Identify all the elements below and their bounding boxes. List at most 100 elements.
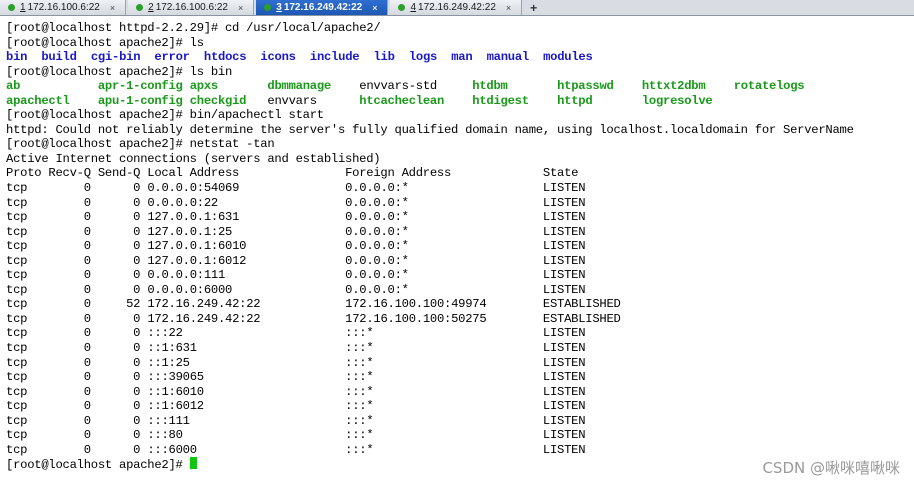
- session-tab-bar: 1 172.16.100.6:22 × 2 172.16.100.6:22 × …: [0, 0, 914, 16]
- proto-cell: tcp: [6, 341, 49, 356]
- connected-status-icon: [398, 4, 406, 11]
- local-address-cell: ::1:631: [147, 341, 346, 356]
- foreign-address-cell: 0.0.0.0:*: [345, 224, 543, 239]
- netstat-title: Active Internet connections (servers and…: [6, 151, 381, 166]
- close-icon[interactable]: ×: [110, 3, 115, 13]
- foreign-address-cell: 0.0.0.0:*: [345, 253, 543, 268]
- foreign-address-cell: :::*: [345, 384, 543, 399]
- netstat-row: tcp 0 0 ::1:25 :::* LISTEN: [6, 356, 914, 371]
- connected-status-icon: [136, 4, 144, 11]
- local-address-cell: 0.0.0.0:54069: [147, 181, 346, 196]
- foreign-address-cell: :::*: [345, 341, 543, 356]
- recvq-cell: 0: [48, 399, 91, 414]
- local-address-cell: 172.16.249.42:22: [147, 311, 346, 326]
- executable-file-entry: httxt2dbm: [641, 79, 706, 94]
- executable-file-entry: htdbm: [472, 79, 508, 94]
- netstat-row: tcp 0 0 127.0.0.1:25 0.0.0.0:* LISTEN: [6, 225, 914, 240]
- terminal-output[interactable]: [root@localhost httpd-2.2.29]# cd /usr/l…: [0, 21, 914, 490]
- foreign-address-cell: :::*: [345, 428, 543, 443]
- local-address-cell: :::22: [147, 326, 346, 341]
- proto-cell: tcp: [6, 210, 49, 225]
- executable-file-entry: logresolve: [641, 93, 713, 108]
- terminal-line: [root@localhost apache2]# ls bin: [6, 65, 914, 80]
- local-address-cell: 0.0.0.0:6000: [147, 282, 346, 297]
- sendq-cell: 0: [97, 253, 141, 268]
- local-address-cell: 127.0.0.1:6010: [147, 239, 346, 254]
- foreign-address-cell: :::*: [345, 370, 543, 385]
- sendq-cell: 52: [97, 297, 141, 312]
- sendq-cell: 0: [97, 195, 141, 210]
- shell-command: ls bin: [189, 64, 233, 79]
- state-cell: LISTEN: [542, 399, 586, 414]
- state-cell: LISTEN: [542, 268, 586, 283]
- directory-entry: htdocs: [203, 50, 247, 65]
- executable-file-entry: apu-1-config: [97, 93, 183, 108]
- local-address-cell: ::1:25: [147, 355, 346, 370]
- sendq-cell: 0: [97, 341, 141, 356]
- state-cell: LISTEN: [542, 442, 586, 457]
- local-address-cell: :::80: [147, 428, 346, 443]
- foreign-address-cell: 0.0.0.0:*: [345, 268, 543, 283]
- close-icon[interactable]: ×: [372, 3, 377, 13]
- connected-status-icon: [8, 4, 15, 11]
- sendq-cell: 0: [97, 370, 141, 385]
- state-cell: LISTEN: [542, 282, 586, 297]
- shell-prompt: [root@localhost apache2]#: [6, 108, 190, 123]
- sendq-cell: 0: [97, 224, 141, 239]
- foreign-address-cell: 0.0.0.0:*: [345, 210, 543, 225]
- new-tab-button[interactable]: +: [524, 0, 543, 15]
- local-address-cell: 127.0.0.1:6012: [147, 253, 346, 268]
- proto-cell: tcp: [6, 239, 49, 254]
- netstat-row: tcp 0 0 :::39065 :::* LISTEN: [6, 370, 914, 385]
- session-tab-3[interactable]: 3 172.16.249.42:22 ×: [256, 0, 389, 15]
- shell-command: cd /usr/local/apache2/: [224, 21, 381, 35]
- executable-file-entry: checkgid: [189, 93, 247, 108]
- executable-file-entry: htdigest: [472, 93, 529, 108]
- recvq-cell: 0: [48, 442, 91, 457]
- session-tab-2[interactable]: 2 172.16.100.6:22 ×: [128, 0, 255, 15]
- sendq-cell: 0: [97, 239, 141, 254]
- watermark: CSDN @啾咪嘻啾咪: [762, 459, 900, 477]
- state-cell: LISTEN: [542, 224, 586, 239]
- sendq-cell: 0: [97, 268, 141, 283]
- foreign-address-cell: :::*: [345, 326, 543, 341]
- sendq-cell: 0: [97, 181, 141, 196]
- state-cell: LISTEN: [542, 370, 586, 385]
- ls-bin-output-row: apachectl apu-1-config checkgid envvars …: [6, 94, 914, 109]
- foreign-address-cell: 172.16.100.100:49974: [345, 297, 543, 312]
- recvq-cell: 0: [48, 428, 91, 443]
- executable-file-entry: apxs: [189, 79, 219, 94]
- tab-label: 172.16.249.42:22: [283, 2, 363, 13]
- recvq-cell: 0: [48, 297, 91, 312]
- directory-entry: logs: [408, 50, 438, 65]
- connected-status-icon: [264, 4, 272, 11]
- tab-number: 2: [148, 2, 154, 13]
- sendq-cell: 0: [97, 428, 141, 443]
- proto-cell: tcp: [6, 282, 49, 297]
- recvq-cell: 0: [48, 341, 91, 356]
- recvq-cell: 0: [48, 311, 91, 326]
- recvq-cell: 0: [48, 355, 91, 370]
- state-cell: LISTEN: [542, 239, 586, 254]
- state-cell: ESTABLISHED: [542, 311, 621, 326]
- sendq-cell: 0: [97, 210, 141, 225]
- shell-prompt: [root@localhost httpd-2.2.29]#: [6, 21, 225, 35]
- netstat-table: Proto Recv-Q Send-Q Local Address Foreig…: [6, 166, 914, 457]
- sendq-cell: 0: [97, 442, 141, 457]
- netstat-row: tcp 0 0 ::1:631 :::* LISTEN: [6, 341, 914, 356]
- close-icon[interactable]: ×: [238, 3, 243, 13]
- directory-entry: error: [154, 50, 190, 65]
- proto-cell: tcp: [6, 370, 49, 385]
- state-cell: LISTEN: [542, 413, 586, 428]
- state-cell: LISTEN: [542, 384, 586, 399]
- netstat-row: tcp 0 0 :::80 :::* LISTEN: [6, 428, 914, 443]
- recvq-cell: 0: [48, 282, 91, 297]
- close-icon[interactable]: ×: [506, 3, 511, 13]
- terminal-line: [root@localhost apache2]# ls: [6, 36, 914, 51]
- local-address-cell: 172.16.249.42:22: [147, 297, 346, 312]
- shell-command: netstat -tan: [189, 137, 275, 152]
- directory-entry: icons: [260, 50, 296, 65]
- session-tab-4[interactable]: 4 172.16.249.42:22 ×: [390, 0, 523, 15]
- session-tab-1[interactable]: 1 172.16.100.6:22 ×: [0, 0, 127, 15]
- netstat-row: tcp 0 0 :::111 :::* LISTEN: [6, 414, 914, 429]
